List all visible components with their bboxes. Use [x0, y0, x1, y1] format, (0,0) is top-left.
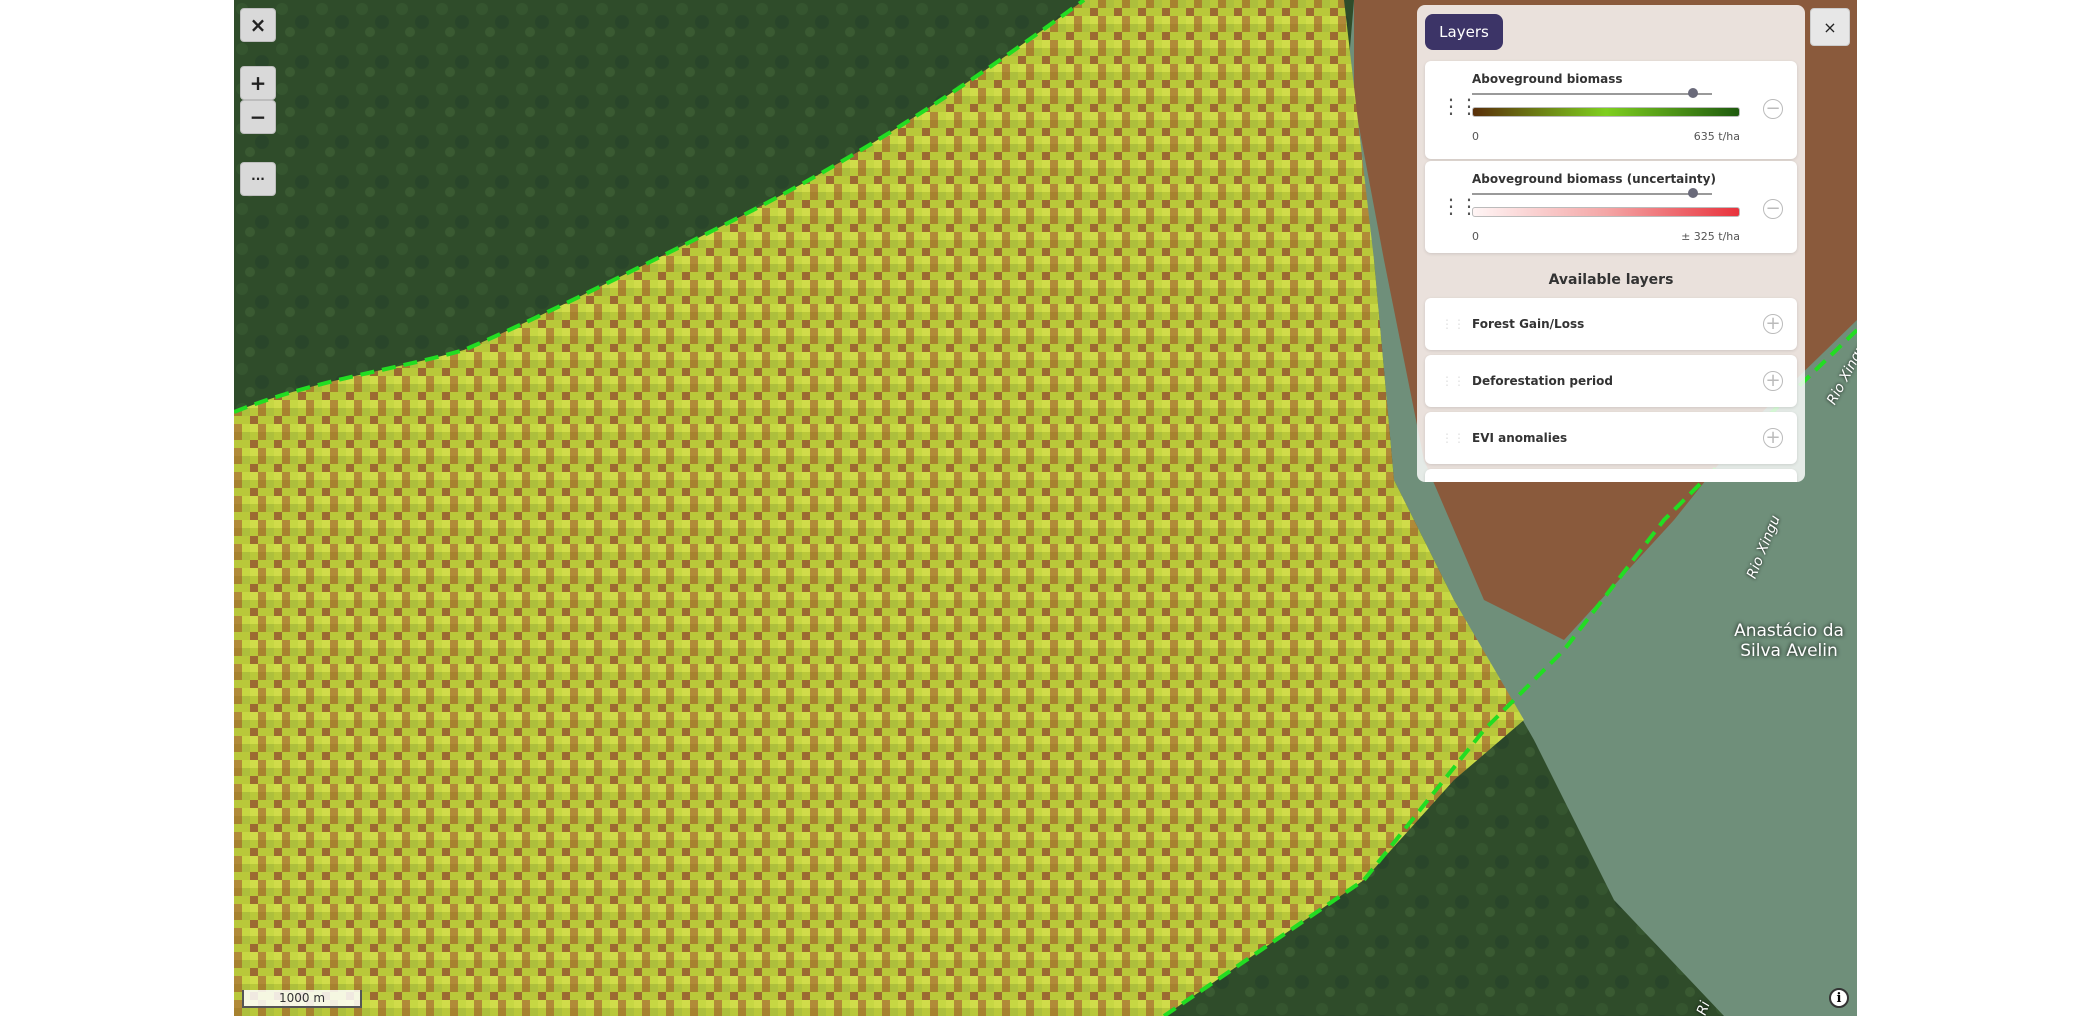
drag-handle-icon[interactable]: ⋮⋮ — [1441, 196, 1479, 216]
layer-name: Deforestation period — [1472, 374, 1614, 388]
plus-circle-icon: + — [1765, 313, 1781, 334]
opacity-slider[interactable] — [1472, 88, 1712, 98]
available-layer-row[interactable] — [1425, 469, 1797, 482]
available-layer-row[interactable]: ⋮⋮ EVI anomalies + — [1425, 412, 1797, 464]
minus-icon: − — [249, 105, 267, 129]
layer-name: EVI anomalies — [1472, 431, 1568, 445]
minus-circle-icon: − — [1765, 198, 1781, 219]
drag-handle-icon: ⋮⋮ — [1441, 317, 1465, 331]
close-icon: × — [1823, 17, 1837, 37]
add-layer-button[interactable]: + — [1763, 428, 1783, 448]
slider-knob[interactable] — [1687, 188, 1698, 198]
tab-layers[interactable]: Layers — [1425, 14, 1503, 50]
add-layer-button[interactable]: + — [1763, 371, 1783, 391]
layers-panel: Layers ⋮⋮ Aboveground biomass 0 635 t/ha… — [1417, 5, 1805, 482]
layer-name: Forest Gain/Loss — [1472, 317, 1585, 331]
more-options-button[interactable]: ··· — [240, 162, 276, 196]
ellipsis-icon: ··· — [251, 172, 265, 186]
legend-min: 0 — [1472, 230, 1479, 243]
close-panel-button[interactable]: × — [1810, 8, 1850, 46]
remove-layer-button[interactable]: − — [1763, 199, 1783, 219]
place-label: Anastácio da Silva Avelin — [1734, 621, 1844, 661]
available-layers-title: Available layers — [1548, 272, 1674, 288]
info-icon[interactable]: i — [1829, 988, 1849, 1008]
close-icon: × — [249, 13, 267, 37]
active-layer-card: ⋮⋮ Aboveground biomass 0 635 t/ha − — [1425, 61, 1797, 159]
drag-handle-icon: ⋮⋮ — [1441, 374, 1465, 388]
close-map-button[interactable]: × — [240, 8, 276, 42]
legend-color-ramp — [1472, 107, 1740, 117]
drag-handle-icon[interactable]: ⋮⋮ — [1441, 96, 1479, 116]
minus-circle-icon: − — [1765, 98, 1781, 119]
drag-handle-icon: ⋮⋮ — [1441, 431, 1465, 445]
scale-bar: 1000 m — [242, 990, 362, 1008]
zoom-in-button[interactable]: + — [240, 66, 276, 100]
legend-min: 0 — [1472, 130, 1479, 143]
available-layer-row[interactable]: ⋮⋮ Deforestation period + — [1425, 355, 1797, 407]
layer-name: Aboveground biomass — [1472, 72, 1623, 86]
plus-circle-icon: + — [1765, 370, 1781, 391]
opacity-slider[interactable] — [1472, 188, 1712, 198]
legend-max: 635 t/ha — [1693, 130, 1740, 143]
slider-knob[interactable] — [1687, 88, 1698, 98]
legend-max: ± 325 t/ha — [1681, 230, 1740, 243]
zoom-out-button[interactable]: − — [240, 100, 276, 134]
remove-layer-button[interactable]: − — [1763, 99, 1783, 119]
legend-color-ramp — [1472, 207, 1740, 217]
available-layer-row[interactable]: ⋮⋮ Forest Gain/Loss + — [1425, 298, 1797, 350]
plus-circle-icon: + — [1765, 427, 1781, 448]
active-layer-card: ⋮⋮ Aboveground biomass (uncertainty) 0 ±… — [1425, 161, 1797, 253]
plus-icon: + — [249, 71, 267, 95]
layer-name: Aboveground biomass (uncertainty) — [1472, 172, 1716, 186]
add-layer-button[interactable]: + — [1763, 314, 1783, 334]
